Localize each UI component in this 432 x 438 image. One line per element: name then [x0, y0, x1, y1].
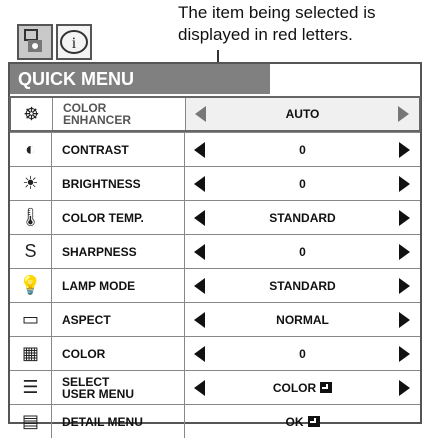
annotation-line-1: The item being selected is	[178, 3, 376, 22]
menu-row[interactable]: ☸ COLOR ENHANCER AUTO	[9, 96, 421, 132]
menu-row-label: COLOR ENHANCER	[63, 98, 183, 130]
menu-row-label: SELECT USER MENU	[62, 371, 182, 404]
contrast-icon: ◐	[10, 133, 52, 166]
arrow-right-icon[interactable]	[399, 277, 410, 294]
menu-row-label: COLOR TEMP.	[62, 201, 182, 234]
enter-icon	[320, 382, 333, 393]
menu-row-label: CONTRAST	[62, 133, 182, 166]
menu-row-value[interactable]: 0	[184, 337, 420, 370]
menu-row[interactable]: ☀ BRIGHTNESS 0	[10, 166, 420, 200]
menu-row-label-line: ASPECT	[62, 312, 111, 327]
menu-row-value[interactable]: STANDARD	[184, 201, 420, 234]
menu-row-value[interactable]: 0	[184, 133, 420, 166]
menu-row-label-line: ENHANCER	[63, 113, 132, 127]
arrow-left-icon[interactable]	[194, 379, 205, 396]
menu-row-value[interactable]: OK	[184, 405, 420, 438]
menu-row-value[interactable]: 0	[184, 167, 420, 200]
sharpness-icon: S	[10, 235, 52, 268]
menu-row-value[interactable]: AUTO	[185, 98, 419, 130]
menu-row-label: ASPECT	[62, 303, 182, 336]
menu-rows: ☸ COLOR ENHANCER AUTO ◐ CONTRAST 0 ☀ BRIGHTNESS 0…	[9, 96, 421, 438]
arrow-right-icon[interactable]	[399, 311, 410, 328]
color-temp-icon: 🌡	[10, 201, 52, 234]
menu-row-value-text: AUTO	[285, 107, 320, 121]
menu-row-label: BRIGHTNESS	[62, 167, 182, 200]
menu-row-label-line: COLOR TEMP.	[62, 210, 144, 225]
arrow-left-icon[interactable]	[194, 175, 205, 192]
detail-menu-icon: ▤	[10, 405, 52, 438]
menu-row-label-line: COLOR	[62, 346, 106, 361]
menu-row-label-line: USER MENU	[62, 386, 135, 401]
menu-row-value-text: 0	[299, 176, 306, 191]
arrow-left-icon[interactable]	[194, 243, 205, 260]
menu-row[interactable]: 🌡 COLOR TEMP. STANDARD	[10, 200, 420, 234]
arrow-right-icon[interactable]	[399, 209, 410, 226]
arrow-left-icon[interactable]	[194, 141, 205, 158]
menu-row-label-line: SHARPNESS	[62, 244, 137, 259]
menu-row-value[interactable]: 0	[184, 235, 420, 268]
menu-row-value-text: NORMAL	[276, 312, 329, 327]
menu-row-label-line: CONTRAST	[62, 142, 129, 157]
arrow-left-icon[interactable]	[194, 209, 205, 226]
svg-text:i: i	[72, 35, 77, 52]
menu-row-value-text: COLOR	[272, 380, 317, 395]
arrow-right-icon[interactable]	[399, 175, 410, 192]
arrow-left-icon[interactable]	[194, 345, 205, 362]
menu-row[interactable]: ▭ ASPECT NORMAL	[10, 302, 420, 336]
arrow-right-icon[interactable]	[399, 379, 410, 396]
menu-row-value[interactable]: COLOR	[184, 371, 420, 404]
menu-row[interactable]: 💡 LAMP MODE STANDARD	[10, 268, 420, 302]
menu-row[interactable]: S SHARPNESS 0	[10, 234, 420, 268]
menu-row-label: DETAIL MENU	[62, 405, 182, 438]
menu-row-value-text: STANDARD	[269, 278, 336, 293]
projector-menu-icon	[24, 29, 42, 52]
menu-row-label: LAMP MODE	[62, 269, 182, 302]
arrow-right-icon[interactable]	[399, 141, 410, 158]
arrow-left-icon[interactable]	[194, 311, 205, 328]
arrow-right-icon[interactable]	[398, 106, 409, 122]
menu-row-value-text: OK	[285, 414, 304, 429]
menu-row-label-line: DETAIL MENU	[62, 414, 143, 429]
menu-row-label-line: LAMP MODE	[62, 278, 136, 293]
menu-row-value[interactable]: STANDARD	[184, 269, 420, 302]
arrow-left-icon[interactable]	[195, 106, 206, 122]
lamp-mode-icon: 💡	[10, 269, 52, 302]
menu-row[interactable]: ▦ COLOR 0	[10, 336, 420, 370]
menu-row-value-text: 0	[299, 346, 306, 361]
quick-menu-panel: QUICK MENU ☸ COLOR ENHANCER AUTO ◐ CONTRAST 0 ☀…	[8, 62, 422, 438]
arrow-right-icon[interactable]	[399, 243, 410, 260]
menu-row-value-text: 0	[299, 244, 306, 259]
menu-row[interactable]: ☰ SELECT USER MENU COLOR	[10, 370, 420, 404]
enter-icon	[307, 416, 320, 427]
menu-row-value-text: STANDARD	[269, 210, 336, 225]
arrow-left-icon[interactable]	[194, 277, 205, 294]
menu-row-label: SHARPNESS	[62, 235, 182, 268]
menu-row-value-text: 0	[299, 142, 306, 157]
menu-row-label-line: BRIGHTNESS	[62, 176, 141, 191]
aspect-icon: ▭	[10, 303, 52, 336]
color-icon: ▦	[10, 337, 52, 370]
tab-info[interactable]: i	[56, 24, 92, 60]
menu-row-value[interactable]: NORMAL	[184, 303, 420, 336]
arrow-right-icon[interactable]	[399, 345, 410, 362]
menu-row-label-line: SELECT	[62, 374, 110, 389]
brightness-icon: ☀	[10, 167, 52, 200]
menu-title: QUICK MENU	[10, 64, 270, 94]
menu-row[interactable]: ◐ CONTRAST 0	[10, 132, 420, 166]
menu-row-label: COLOR	[62, 337, 182, 370]
annotation-text: The item being selected is displayed in …	[178, 2, 432, 46]
select-user-menu-icon: ☰	[10, 371, 52, 404]
menu-row[interactable]: ▤ DETAIL MENU OK	[10, 404, 420, 438]
tab-projector-menu[interactable]	[17, 24, 53, 60]
annotation-line-2: displayed in red letters.	[178, 25, 353, 44]
color-enhancer-icon: ☸	[11, 98, 53, 130]
info-icon: i	[60, 30, 88, 54]
